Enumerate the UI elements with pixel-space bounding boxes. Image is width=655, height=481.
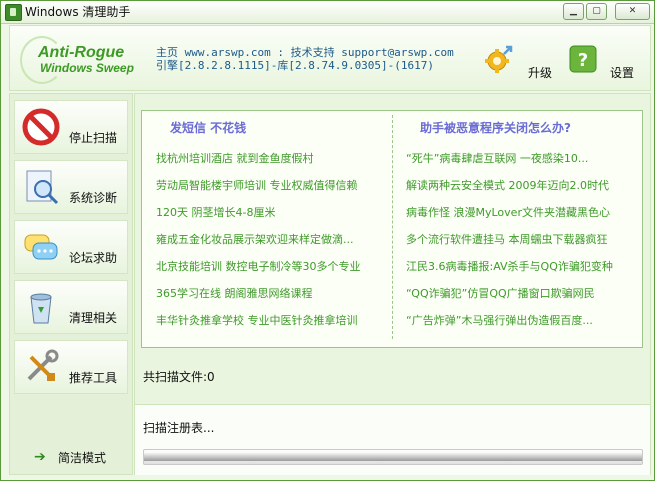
ad-header-sms[interactable]: 发短信 不花钱 bbox=[170, 119, 246, 136]
sidebar-item-diagnose[interactable]: 系统诊断 bbox=[14, 160, 128, 214]
ad-link[interactable]: 丰华针灸推拿学校 专业中医针灸推拿培训 bbox=[156, 307, 392, 334]
sidebar-item-cleanup[interactable]: 清理相关 bbox=[14, 280, 128, 334]
news-ad-panel: 发短信 不花钱 助手被恶意程序关闭怎么办? 找杭州培训酒店 就到金鱼度假村 劳动… bbox=[141, 110, 643, 348]
news-link[interactable]: “广告炸弹”木马强行弹出伪造假百度... bbox=[406, 307, 642, 334]
news-link[interactable]: “死牛”病毒肆虐互联网 一夜感染10... bbox=[406, 145, 642, 172]
ad-links-left: 找杭州培训酒店 就到金鱼度假村 劳动局智能楼宇师培训 专业权威值得信赖 120天… bbox=[156, 145, 392, 334]
ad-header-help[interactable]: 助手被恶意程序关闭怎么办? bbox=[420, 119, 571, 136]
sidebar-item-tools[interactable]: 推荐工具 bbox=[14, 340, 128, 394]
column-divider bbox=[392, 115, 393, 339]
sidebar-item-forum[interactable]: 论坛求助 bbox=[14, 220, 128, 274]
scan-progress-bar bbox=[143, 449, 643, 465]
minimize-button[interactable]: ▁ bbox=[563, 3, 584, 20]
news-link[interactable]: 病毒作怪 浪漫MyLover文件夹潜藏黑色心 bbox=[406, 199, 642, 226]
progress-fill bbox=[144, 453, 642, 461]
title-bar[interactable]: Windows 清理助手 ▁ ▢ ✕ bbox=[1, 1, 654, 24]
window-title: Windows 清理助手 bbox=[25, 5, 131, 19]
news-link[interactable]: 多个流行软件遭挂马 本周蠕虫下载器疯狂 bbox=[406, 226, 642, 253]
ad-link[interactable]: 120天 阴茎增长4-8厘米 bbox=[156, 199, 392, 226]
diagnose-icon bbox=[26, 170, 59, 205]
scan-status-panel: 扫描注册表... bbox=[135, 404, 650, 475]
ad-link[interactable]: 北京技能培训 数控电子制冷等30多个专业 bbox=[156, 253, 392, 280]
app-window: Windows 清理助手 ▁ ▢ ✕ Anti-Rogue Windows Sw… bbox=[0, 0, 655, 481]
scan-status-text: 扫描注册表... bbox=[143, 421, 215, 435]
ad-link[interactable]: 找杭州培训酒店 就到金鱼度假村 bbox=[156, 145, 392, 172]
news-links-right: “死牛”病毒肆虐互联网 一夜感染10... 解读两种云安全模式 2009年迈向2… bbox=[406, 145, 642, 334]
maximize-button[interactable]: ▢ bbox=[586, 3, 607, 20]
ad-link[interactable]: 365学习在线 朗阁雅思网络课程 bbox=[156, 280, 392, 307]
upgrade-button[interactable]: 升级 bbox=[484, 44, 554, 80]
close-button[interactable]: ✕ bbox=[615, 3, 650, 20]
gear-upgrade-icon bbox=[485, 45, 513, 73]
settings-button[interactable]: ? 设置 bbox=[568, 44, 638, 80]
settings-help-icon: ? bbox=[569, 45, 597, 73]
ad-link[interactable]: 劳动局智能楼宇师培训 专业权威值得信赖 bbox=[156, 172, 392, 199]
svg-text:?: ? bbox=[578, 50, 588, 71]
anti-rogue-logo: Anti-Rogue Windows Sweep bbox=[20, 36, 138, 84]
sidebar: 停止扫描 系统诊断 论坛求助 清理相关 推荐工具 ➔ 简洁模式 bbox=[9, 93, 133, 475]
news-link[interactable]: “QQ诈骗犯”仿冒QQ广播窗口欺骗网民 bbox=[406, 280, 642, 307]
news-link[interactable]: 解读两种云安全模式 2009年迈向2.0时代 bbox=[406, 172, 642, 199]
scan-file-count: 共扫描文件:0 bbox=[143, 370, 215, 384]
app-logo-icon bbox=[5, 4, 22, 21]
forum-icon bbox=[24, 234, 58, 260]
news-link[interactable]: 江民3.6病毒播报:AV杀手与QQ诈骗犯变种 bbox=[406, 253, 642, 280]
ad-link[interactable]: 雍成五金化妆品展示架欢迎来样定做滴... bbox=[156, 226, 392, 253]
arrow-right-icon: ➔ bbox=[34, 449, 46, 465]
main-panel: 发短信 不花钱 助手被恶意程序关闭怎么办? 找杭州培训酒店 就到金鱼度假村 劳动… bbox=[134, 93, 651, 475]
stop-scan-icon bbox=[22, 108, 60, 146]
recycle-bin-icon bbox=[30, 293, 52, 324]
version-info: 引擎[2.8.2.8.1115]-库[2.8.74.9.0305]-(1617) bbox=[156, 59, 435, 72]
header-banner: Anti-Rogue Windows Sweep 主页 www.arswp.co… bbox=[9, 25, 651, 91]
tools-icon bbox=[27, 349, 59, 381]
sidebar-item-stop-scan[interactable]: 停止扫描 bbox=[14, 100, 128, 154]
simple-mode-button[interactable]: ➔ 简洁模式 bbox=[34, 446, 130, 466]
